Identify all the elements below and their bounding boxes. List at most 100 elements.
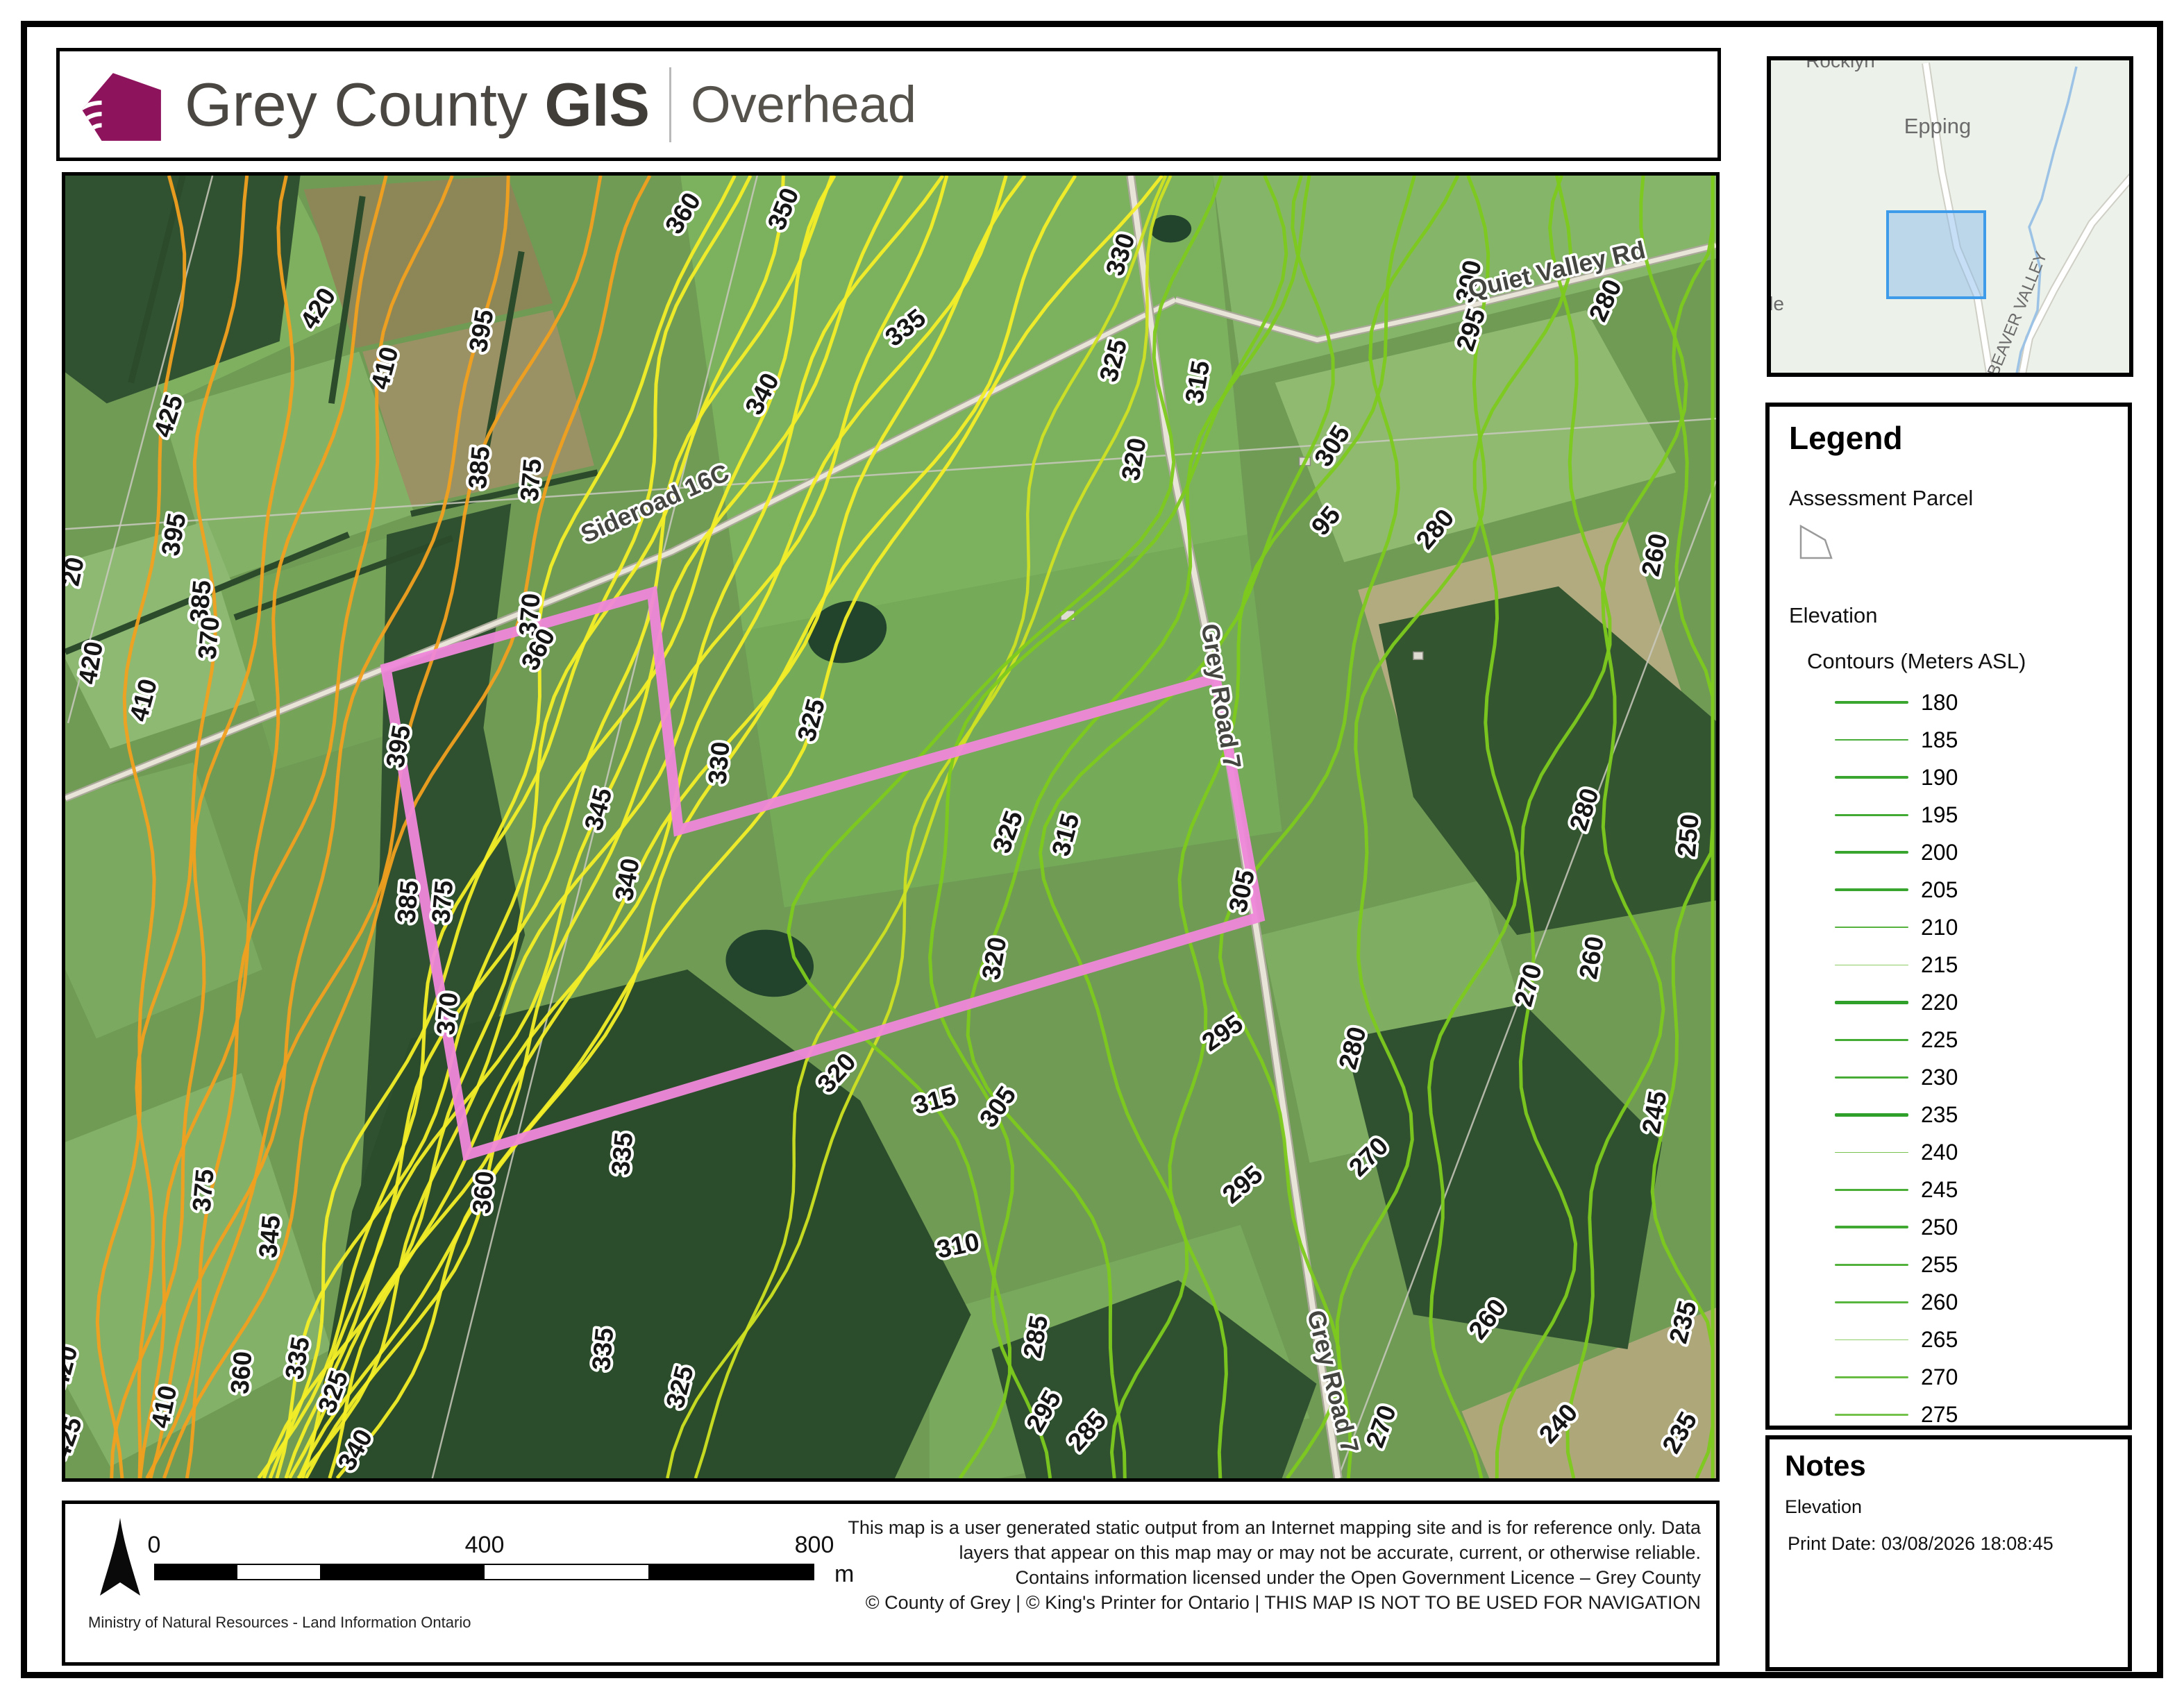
main-map: 4254204104204102042542041039538537537036… [62, 172, 1720, 1482]
contour-label: 375 [426, 879, 458, 924]
scalebar-panel: 0400800 m Ministry of Natural Resources … [62, 1501, 1720, 1666]
page-title: Overhead [691, 75, 916, 134]
legend-parcel-label: Assessment Parcel [1789, 486, 2128, 511]
contour-value-label: 265 [1921, 1327, 1958, 1353]
disclaimer-line: © County of Grey | © King's Printer for … [848, 1590, 1701, 1615]
contour-value-label: 250 [1921, 1215, 1958, 1240]
notes-panel: Notes Elevation Print Date: 03/08/2026 1… [1765, 1435, 2132, 1671]
scalebar-tick-label: 800 [795, 1532, 834, 1559]
legend-contour-row: 245 [1789, 1171, 2128, 1208]
contour-value-label: 210 [1921, 915, 1958, 940]
contour-line-swatch [1835, 1301, 1908, 1303]
contour-line-swatch [1835, 1226, 1908, 1228]
contour-value-label: 180 [1921, 690, 1958, 716]
contour-label: 385 [463, 445, 495, 490]
map-export-page: Grey County GIS Overhead Rocklyn Epping le… [0, 0, 2184, 1699]
disclaimer-text: This map is a user generated static outp… [848, 1515, 1701, 1615]
legend-contour-row: 275 [1789, 1396, 2128, 1433]
legend-contour-row: 220 [1789, 983, 2128, 1021]
scalebar-segment [156, 1565, 237, 1579]
contour-value-label: 260 [1921, 1290, 1958, 1315]
contour-value-label: 270 [1921, 1364, 1958, 1390]
pond [1150, 215, 1191, 243]
contour-line-swatch [1835, 851, 1908, 854]
contour-value-label: 240 [1921, 1140, 1958, 1165]
inset-overview-map: RocklynEppingleBEAVER VALLEY [1767, 56, 2133, 377]
inset-place-label: Rocklyn [1806, 60, 1875, 71]
notes-title: Notes [1785, 1449, 2112, 1482]
contour-value-label: 255 [1921, 1252, 1958, 1278]
contour-line-swatch [1835, 1076, 1908, 1079]
notes-print-date: Print Date: 03/08/2026 18:08:45 [1788, 1533, 2112, 1555]
legend-panel: Legend Assessment Parcel Elevation Conto… [1765, 403, 2132, 1430]
legend-contour-row: 195 [1789, 796, 2128, 834]
header: Grey County GIS Overhead [56, 48, 1721, 161]
contour-value-label: 190 [1921, 765, 1958, 791]
brand-name: Grey County [185, 70, 528, 139]
legend-contour-row: 190 [1789, 759, 2128, 796]
contour-label: 345 [253, 1214, 285, 1259]
inset-river [2015, 67, 2076, 373]
contour-label: 385 [392, 879, 423, 924]
scalebar-segment [648, 1565, 813, 1579]
scalebar-segment [237, 1565, 319, 1579]
contour-value-label: 225 [1921, 1027, 1958, 1053]
contour-value-label: 235 [1921, 1102, 1958, 1128]
contour-value-label: 205 [1921, 877, 1958, 903]
title-divider [669, 67, 671, 142]
contour-line-swatch [1835, 814, 1908, 816]
contour-label: 375 [515, 457, 547, 502]
contour-value-label: 195 [1921, 802, 1958, 828]
legend-title: Legend [1789, 419, 2128, 457]
inset-place-label: Epping [1904, 114, 1972, 138]
contour-value-label: 275 [1921, 1402, 1958, 1428]
contour-label: 250 [1672, 813, 1704, 858]
legend-contour-row: 250 [1789, 1208, 2128, 1246]
contour-line-swatch [1835, 776, 1908, 779]
grey-county-logo-icon [81, 66, 165, 144]
legend-contour-row: 215 [1789, 946, 2128, 983]
contour-label: 370 [431, 991, 463, 1036]
contour-line-swatch [1835, 1339, 1908, 1340]
scalebar [154, 1564, 814, 1580]
contour-line-swatch [1835, 1189, 1908, 1191]
contour-line-swatch [1835, 1414, 1908, 1416]
legend-contour-row: 210 [1789, 908, 2128, 946]
disclaimer-line: Contains information licensed under the … [848, 1565, 1701, 1590]
inset-extent-box [1888, 212, 1985, 298]
contour-line-swatch [1835, 701, 1908, 704]
legend-contour-rows: 1801851901952002052102152202252302352402… [1789, 684, 2128, 1433]
contour-value-label: 185 [1921, 727, 1958, 753]
assessment-parcel-symbol [1799, 522, 1838, 564]
contour-label: 335 [587, 1327, 619, 1372]
notes-elevation: Elevation [1785, 1496, 2112, 1518]
inset-place-label: le [1771, 293, 1784, 314]
contour-label: 360 [467, 1170, 499, 1215]
scalebar-tick-label: 0 [148, 1532, 161, 1559]
contour-line-swatch [1835, 1001, 1908, 1004]
scalebar-tick-label: 400 [465, 1532, 505, 1559]
contour-value-label: 230 [1921, 1065, 1958, 1090]
contour-line-swatch [1835, 1264, 1908, 1266]
scalebar-segment [320, 1565, 485, 1579]
legend-contour-row: 205 [1789, 871, 2128, 908]
contour-line-swatch [1835, 927, 1908, 928]
legend-elevation-label: Elevation [1789, 603, 2128, 628]
contour-line-swatch [1835, 1376, 1908, 1378]
legend-contour-row: 270 [1789, 1358, 2128, 1396]
scalebar-segment [485, 1565, 649, 1579]
legend-contour-row: 230 [1789, 1058, 2128, 1096]
legend-contour-row: 235 [1789, 1096, 2128, 1133]
contour-label: 375 [187, 1168, 219, 1213]
legend-contour-row: 180 [1789, 684, 2128, 721]
contour-label: 370 [193, 616, 225, 661]
map-canvas: 4254204104204102042542041039538537537036… [65, 176, 1716, 1478]
contour-value-label: 245 [1921, 1177, 1958, 1203]
aerial-imagery [65, 176, 1716, 1478]
contour-line-swatch [1835, 1039, 1908, 1041]
legend-contour-row: 240 [1789, 1133, 2128, 1171]
contour-line-swatch [1835, 1152, 1908, 1153]
contour-line-swatch [1835, 888, 1908, 891]
contour-line-swatch [1835, 1113, 1908, 1117]
brand-gis: GIS [544, 70, 650, 139]
